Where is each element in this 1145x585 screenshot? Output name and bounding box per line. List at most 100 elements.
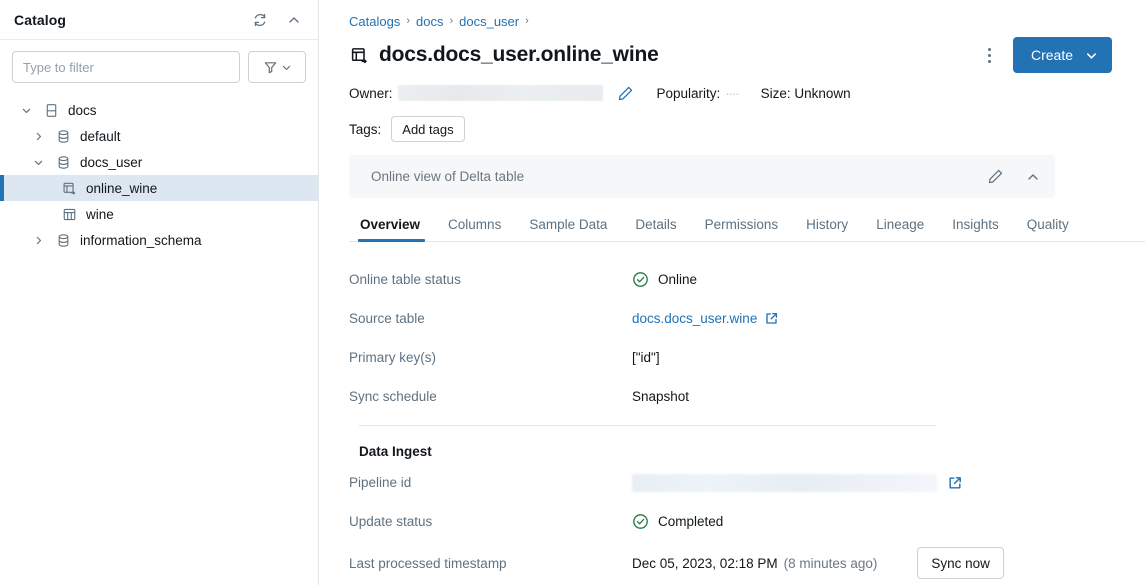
table-icon <box>60 205 78 223</box>
title-actions: Create <box>977 37 1123 73</box>
field-online-table-status: Online table status Online <box>349 260 1123 299</box>
tree-item-information-schema[interactable]: information_schema <box>0 227 318 253</box>
title-row: docs.docs_user.online_wine Create <box>329 38 1123 72</box>
tags-row: Tags: Add tags <box>329 116 1123 142</box>
field-update-status: Update status Completed <box>349 502 1123 541</box>
description-box: Online view of Delta table <box>349 155 1055 198</box>
field-last-processed-timestamp: Last processed timestamp Dec 05, 2023, 0… <box>349 541 1123 585</box>
pencil-icon[interactable] <box>617 84 635 102</box>
more-vertical-icon[interactable] <box>977 42 1003 68</box>
breadcrumb-docs-user[interactable]: docs_user <box>459 14 519 29</box>
filter-input[interactable] <box>12 51 240 83</box>
field-value: Completed <box>632 513 723 530</box>
field-label: Sync schedule <box>349 389 632 404</box>
create-button[interactable]: Create <box>1013 37 1112 73</box>
field-value: Online <box>632 271 697 288</box>
popularity-label: Popularity: <box>657 86 721 101</box>
tree-item-online-wine[interactable]: online_wine <box>0 175 318 201</box>
field-value: docs.docs_user.wine <box>632 311 779 326</box>
breadcrumb: Catalogs › docs › docs_user › <box>329 10 1123 32</box>
tab-history[interactable]: History <box>792 217 862 241</box>
main-inner: Catalogs › docs › docs_user › docs.docs_… <box>319 0 1145 585</box>
tree-item-docs[interactable]: docs <box>0 97 318 123</box>
timestamp-relative: (8 minutes ago) <box>784 556 878 571</box>
add-tags-button[interactable]: Add tags <box>391 116 464 142</box>
online-table-icon <box>60 179 78 197</box>
app-root: Catalog <box>0 0 1145 585</box>
tab-lineage[interactable]: Lineage <box>862 217 938 241</box>
external-link-icon[interactable] <box>947 475 963 491</box>
chevron-down-icon <box>1085 49 1098 62</box>
chevron-right-icon[interactable] <box>30 128 46 144</box>
field-label: Primary key(s) <box>349 350 632 365</box>
tree-item-label: information_schema <box>80 233 202 248</box>
external-link-icon[interactable] <box>764 311 779 326</box>
tab-columns[interactable]: Columns <box>434 217 515 241</box>
field-label: Online table status <box>349 272 632 287</box>
breadcrumb-docs[interactable]: docs <box>416 14 443 29</box>
field-pipeline-id: Pipeline id <box>349 463 1123 502</box>
timestamp-value: Dec 05, 2023, 02:18 PM <box>632 556 778 571</box>
tags-label: Tags: <box>349 122 381 137</box>
chevron-up-icon[interactable] <box>282 8 306 32</box>
catalog-icon <box>42 101 60 119</box>
field-source-table: Source table docs.docs_user.wine <box>349 299 1123 338</box>
online-table-icon <box>349 45 369 65</box>
field-label: Update status <box>349 514 632 529</box>
schema-icon <box>54 153 72 171</box>
schema-icon <box>54 231 72 249</box>
sidebar-filter-row <box>0 40 318 93</box>
chevron-right-icon[interactable] <box>30 232 46 248</box>
tree-item-docs-user[interactable]: docs_user <box>0 149 318 175</box>
chevron-up-icon[interactable] <box>1021 165 1045 189</box>
tree-item-label: default <box>80 129 121 144</box>
field-sync-schedule: Sync schedule Snapshot <box>349 377 1123 416</box>
tab-details[interactable]: Details <box>621 217 690 241</box>
tab-insights[interactable]: Insights <box>938 217 1013 241</box>
description-actions <box>983 165 1045 189</box>
tree-item-wine[interactable]: wine <box>0 201 318 227</box>
size-label: Size: Unknown <box>761 86 851 101</box>
tab-sample-data[interactable]: Sample Data <box>515 217 621 241</box>
status-text: Completed <box>658 514 723 529</box>
field-label: Last processed timestamp <box>349 556 632 571</box>
overview-fields: Online table status Online Source table … <box>349 260 1123 585</box>
owner-label: Owner: <box>349 86 393 101</box>
section-divider <box>359 425 936 426</box>
sync-now-button[interactable]: Sync now <box>917 547 1004 579</box>
refresh-icon[interactable] <box>248 8 272 32</box>
description-text: Online view of Delta table <box>371 169 524 184</box>
tree-item-label: wine <box>86 207 114 222</box>
sidebar-header: Catalog <box>0 0 318 40</box>
sidebar-header-actions <box>248 8 306 32</box>
filter-button[interactable] <box>248 51 306 83</box>
source-table-link[interactable]: docs.docs_user.wine <box>632 311 757 326</box>
tab-quality[interactable]: Quality <box>1013 217 1083 241</box>
tab-bar: Overview Columns Sample Data Details Per… <box>349 206 1145 242</box>
breadcrumb-separator: › <box>449 15 453 27</box>
chevron-down-icon[interactable] <box>30 154 46 170</box>
field-primary-keys: Primary key(s) ["id"] <box>349 338 1123 377</box>
chevron-down-icon[interactable] <box>18 102 34 118</box>
meta-row: Owner: Popularity: ···· Size: Unknown <box>329 82 1123 104</box>
field-value: Dec 05, 2023, 02:18 PM (8 minutes ago) S… <box>632 547 1004 579</box>
sidebar-title: Catalog <box>14 12 66 28</box>
breadcrumb-catalogs[interactable]: Catalogs <box>349 14 400 29</box>
tree-item-label: online_wine <box>86 181 157 196</box>
field-value: Snapshot <box>632 389 689 404</box>
catalog-tree: docs default <box>0 93 318 253</box>
check-circle-icon <box>632 513 649 530</box>
breadcrumb-separator: › <box>406 15 410 27</box>
pencil-icon[interactable] <box>983 165 1007 189</box>
field-label: Pipeline id <box>349 475 632 490</box>
section-title-data-ingest: Data Ingest <box>359 444 1123 459</box>
check-circle-icon <box>632 271 649 288</box>
breadcrumb-separator: › <box>525 15 529 27</box>
pipeline-id-redacted[interactable] <box>632 474 937 492</box>
tab-permissions[interactable]: Permissions <box>691 217 793 241</box>
schema-icon <box>54 127 72 145</box>
tree-item-default[interactable]: default <box>0 123 318 149</box>
field-label: Source table <box>349 311 632 326</box>
tab-overview[interactable]: Overview <box>349 217 434 241</box>
page-title: docs.docs_user.online_wine <box>379 43 659 67</box>
